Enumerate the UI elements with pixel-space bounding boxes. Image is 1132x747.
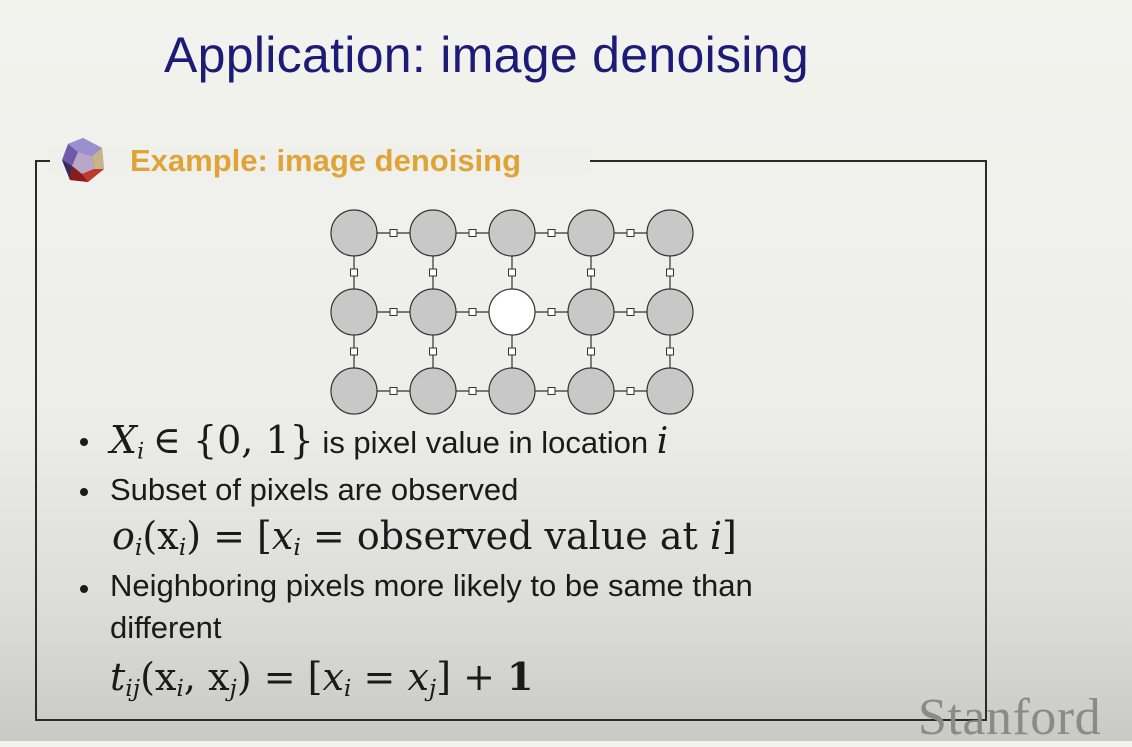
- var-X-sub: i: [137, 439, 145, 465]
- eq-o-arg: (x: [142, 514, 179, 558]
- eq-t-eq: = [: [251, 655, 323, 699]
- factor-square: [389, 308, 398, 316]
- factor-square: [666, 347, 674, 356]
- eq-t-close: ): [236, 655, 252, 699]
- set-expr: ∈ {0, 1}: [152, 418, 314, 462]
- pixel-node-unobserved: [488, 288, 536, 336]
- eq-t-b-sub: j: [229, 673, 237, 702]
- factor-square: [508, 347, 516, 356]
- eq-o-rhs-text: = observed value at: [300, 514, 710, 558]
- eq-o-rhs-x: x: [271, 514, 294, 558]
- factor-square: [626, 308, 635, 316]
- eq-o-rhs-sub: i: [293, 532, 301, 561]
- factor-square: [547, 308, 556, 316]
- eq-o-rhs-close: ]: [722, 514, 737, 558]
- slide-title: Application: image denoising: [164, 27, 809, 83]
- eq-t-lhs-x: x: [322, 655, 344, 699]
- bullet-marker: [80, 585, 88, 593]
- bullet-marker: [80, 488, 88, 496]
- factor-square: [626, 387, 635, 395]
- loc-i: i: [656, 421, 669, 462]
- factor-square: [666, 268, 674, 277]
- eq-t-tail: ] +: [436, 655, 508, 699]
- eq-o: o: [112, 514, 135, 558]
- pixel-node-observed: [646, 209, 694, 257]
- bullet-pixel-value: Xi ∈ {0, 1} is pixel value in location i: [110, 418, 668, 465]
- pixel-grid-diagram: [330, 209, 694, 415]
- var-X: X: [110, 418, 138, 462]
- factor-square: [389, 387, 398, 395]
- eq-o-eq: = [: [201, 514, 272, 558]
- factor-square: [350, 268, 358, 277]
- eq-o-close: ): [186, 514, 202, 558]
- factor-square: [508, 268, 516, 277]
- eq-t-one: 1: [507, 654, 534, 699]
- bullet-neighbors-line2: different: [110, 610, 222, 645]
- eq-t-comma: , x: [183, 655, 230, 699]
- pixel-node-observed: [567, 367, 615, 415]
- factor-square: [587, 268, 595, 277]
- pixel-node-observed: [646, 367, 694, 415]
- pixel-node-observed: [330, 288, 378, 336]
- pixel-node-observed: [330, 209, 378, 257]
- observation-equation: oi(xi) = [xi = observed value at i]: [112, 514, 737, 561]
- pixel-node-observed: [409, 209, 457, 257]
- eq-t-sub: ij: [125, 673, 141, 702]
- pixel-node-observed: [488, 367, 536, 415]
- factor-square: [468, 229, 477, 237]
- dodecahedron-icon: [62, 138, 104, 182]
- eq-o-rhs-i: i: [709, 514, 723, 558]
- pixel-node-observed: [567, 288, 615, 336]
- pixel-node-observed: [409, 367, 457, 415]
- pixel-node-observed: [409, 288, 457, 336]
- factor-square: [468, 308, 477, 316]
- eq-t: t: [110, 655, 126, 699]
- bullet-subset-observed: Subset of pixels are observed: [110, 472, 519, 507]
- pixel-node-observed: [330, 367, 378, 415]
- pixel-node-observed: [646, 288, 694, 336]
- eq-t-rhs-x: x: [407, 655, 429, 699]
- factor-square: [626, 229, 635, 237]
- factor-square: [468, 387, 477, 395]
- factor-square: [389, 229, 398, 237]
- factor-square: [547, 387, 556, 395]
- eq-t-a-sub: i: [176, 673, 184, 702]
- factor-square: [429, 347, 437, 356]
- pixel-node-observed: [488, 209, 536, 257]
- pixel-node-observed: [567, 209, 615, 257]
- eq-t-open: (x: [140, 655, 177, 699]
- factor-square: [587, 347, 595, 356]
- factor-square: [547, 229, 556, 237]
- bullet-neighbors-line1: Neighboring pixels more likely to be sam…: [110, 568, 753, 603]
- bullet-marker: [80, 438, 88, 446]
- stanford-watermark: Stanford: [918, 689, 1102, 746]
- factor-square: [350, 347, 358, 356]
- factor-square: [429, 268, 437, 277]
- example-title: Example: image denoising: [130, 143, 522, 178]
- transition-equation: tij(xi, xj) = [xi = xj] + 1: [110, 654, 533, 702]
- bullet-pixel-text: is pixel value in location: [313, 425, 657, 460]
- eq-t-mid: =: [351, 655, 408, 699]
